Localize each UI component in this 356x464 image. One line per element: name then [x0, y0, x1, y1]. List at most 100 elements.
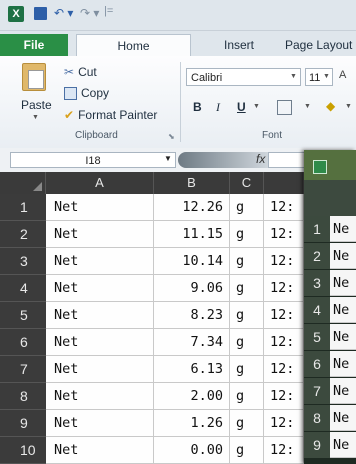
clipboard-launcher-icon[interactable]: ⬊	[168, 132, 175, 141]
column-header-c[interactable]: C	[230, 172, 264, 194]
undo-icon[interactable]: ↶ ▾	[54, 6, 73, 20]
row-number[interactable]: 4	[304, 297, 330, 323]
cell-a[interactable]: Net	[46, 194, 154, 221]
format-painter-button[interactable]: ✔ Format Painter	[64, 108, 157, 122]
cell-c[interactable]: g	[230, 329, 264, 356]
select-all-button[interactable]	[0, 172, 46, 194]
row-number[interactable]: 1	[0, 194, 46, 221]
row-number[interactable]: 1	[304, 216, 330, 242]
cell-c[interactable]: g	[230, 437, 264, 464]
tab-page-layout[interactable]: Page Layout	[285, 34, 352, 56]
column-header-b[interactable]: B	[154, 172, 230, 194]
cut-button[interactable]: ✂ Cut	[64, 65, 97, 79]
cell-a[interactable]: Net	[46, 248, 154, 275]
cell-b[interactable]: 11.15	[154, 221, 230, 248]
column-header-a[interactable]: A	[46, 172, 154, 194]
cell-d[interactable]: 12:	[264, 329, 304, 356]
row-number[interactable]: 2	[0, 221, 46, 248]
cell-a[interactable]: Ne	[330, 351, 356, 377]
name-box[interactable]: I18	[10, 152, 176, 168]
chevron-down-icon[interactable]: ▼	[323, 68, 330, 86]
cell-c[interactable]: g	[230, 356, 264, 383]
cell-d[interactable]: 12:	[264, 437, 304, 464]
borders-icon[interactable]	[277, 100, 292, 115]
cell-a[interactable]: Ne	[330, 378, 356, 404]
row-number[interactable]: 9	[0, 410, 46, 437]
row-number[interactable]: 7	[0, 356, 46, 383]
cell-d[interactable]: 12:	[264, 383, 304, 410]
row-number[interactable]: 2	[304, 243, 330, 269]
cell-c[interactable]: g	[230, 221, 264, 248]
cell-a[interactable]: Net	[46, 329, 154, 356]
row-number[interactable]: 8	[0, 383, 46, 410]
paste-button[interactable]: Paste	[21, 98, 52, 112]
chevron-down-icon[interactable]: ▼	[345, 103, 352, 110]
cell-a[interactable]: Net	[46, 275, 154, 302]
row-number[interactable]: 6	[0, 329, 46, 356]
cell-b[interactable]: 9.06	[154, 275, 230, 302]
cell-a[interactable]: Ne	[330, 405, 356, 431]
cell-a[interactable]: Ne	[330, 270, 356, 296]
cell-d[interactable]: 12:	[264, 410, 304, 437]
cell-c[interactable]: g	[230, 410, 264, 437]
bold-button[interactable]: B	[193, 100, 202, 114]
cell-a[interactable]: Net	[46, 383, 154, 410]
row-number[interactable]: 3	[304, 270, 330, 296]
row-number[interactable]: 4	[0, 275, 46, 302]
excel-app-icon[interactable]: X	[8, 6, 24, 22]
tab-home[interactable]: Home	[76, 34, 191, 57]
row-number[interactable]: 10	[0, 437, 46, 464]
cell-b[interactable]: 12.26	[154, 194, 230, 221]
row-number[interactable]: 5	[304, 324, 330, 350]
paste-icon[interactable]	[22, 63, 46, 91]
cell-a[interactable]: Net	[46, 302, 154, 329]
cell-a[interactable]: Ne	[330, 243, 356, 269]
insert-function-icon[interactable]: fx	[256, 152, 265, 166]
tab-insert[interactable]: Insert	[224, 34, 254, 56]
cell-d[interactable]: 12:	[264, 221, 304, 248]
italic-button[interactable]: I	[216, 100, 220, 115]
redo-icon[interactable]: ↷ ▾	[80, 6, 99, 20]
cell-b[interactable]: 8.23	[154, 302, 230, 329]
row-number[interactable]: 7	[304, 378, 330, 404]
font-name-select[interactable]: Calibri	[186, 68, 301, 86]
cell-b[interactable]: 6.13	[154, 356, 230, 383]
chevron-down-icon[interactable]: ▼	[164, 154, 172, 163]
cell-d[interactable]: 12:	[264, 194, 304, 221]
cell-a[interactable]: Ne	[330, 216, 356, 242]
cell-a[interactable]: Net	[46, 356, 154, 383]
row-number[interactable]: 3	[0, 248, 46, 275]
cell-b[interactable]: 0.00	[154, 437, 230, 464]
cell-a[interactable]: Net	[46, 221, 154, 248]
cell-b[interactable]: 1.26	[154, 410, 230, 437]
cell-c[interactable]: g	[230, 383, 264, 410]
cell-a[interactable]: Ne	[330, 297, 356, 323]
cell-d[interactable]: 12:	[264, 356, 304, 383]
cell-c[interactable]: g	[230, 194, 264, 221]
cell-a[interactable]: Net	[46, 437, 154, 464]
chevron-down-icon[interactable]: ▼	[304, 103, 311, 110]
cell-c[interactable]: g	[230, 302, 264, 329]
paste-dropdown-icon[interactable]: ▼	[32, 114, 39, 121]
chevron-down-icon[interactable]: ▼	[253, 103, 260, 110]
row-number[interactable]: 9	[304, 432, 330, 458]
cell-b[interactable]: 7.34	[154, 329, 230, 356]
cell-a[interactable]: Ne	[330, 432, 356, 458]
cell-d[interactable]: 12:	[264, 275, 304, 302]
column-header-d[interactable]	[264, 172, 304, 194]
cell-d[interactable]: 12:	[264, 248, 304, 275]
cell-c[interactable]: g	[230, 275, 264, 302]
cell-a[interactable]: Net	[46, 410, 154, 437]
row-number[interactable]: 8	[304, 405, 330, 431]
chevron-down-icon[interactable]: ▼	[290, 68, 300, 86]
cell-b[interactable]: 10.14	[154, 248, 230, 275]
copy-button[interactable]: Copy	[64, 86, 109, 100]
cell-b[interactable]: 2.00	[154, 383, 230, 410]
cell-d[interactable]: 12:	[264, 302, 304, 329]
second-window-titlebar[interactable]	[304, 150, 356, 180]
save-icon[interactable]	[34, 7, 47, 20]
tab-file[interactable]: File	[0, 34, 68, 56]
cell-c[interactable]: g	[230, 248, 264, 275]
row-number[interactable]: 5	[0, 302, 46, 329]
row-number[interactable]: 6	[304, 351, 330, 377]
